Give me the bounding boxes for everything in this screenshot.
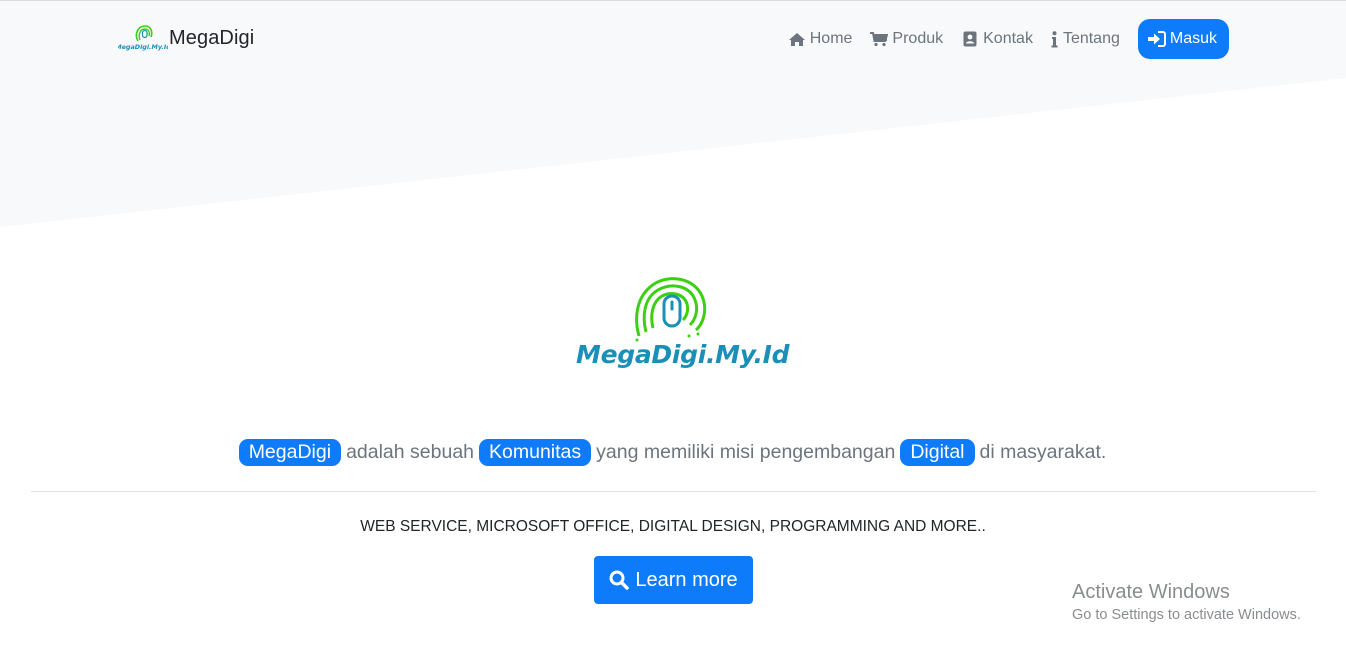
- brand-link[interactable]: MegaDigi.My.Id MegaDigi: [118, 23, 254, 53]
- login-button[interactable]: Masuk: [1137, 19, 1229, 59]
- services-tagline: WEB SERVICE, MICROSOFT OFFICE, DIGITAL D…: [360, 518, 986, 535]
- page: MegaDigi.My.Id MegaDigi Home Produk: [0, 0, 1346, 657]
- learn-more-button[interactable]: Learn more: [594, 556, 753, 604]
- learn-more-label: Learn more: [635, 568, 738, 591]
- address-book-icon: [961, 31, 979, 47]
- hero-logo-icon: [635, 277, 707, 342]
- highlight-digital: Digital: [900, 439, 975, 466]
- nav-link-tentang-label: Tentang: [1062, 30, 1120, 47]
- nav-link-kontak-label: Kontak: [983, 30, 1033, 47]
- login-button-label: Masuk: [1169, 30, 1217, 47]
- hero-lead: MegaDigi adalah sebuah Komunitas yang memil…: [0, 437, 1346, 467]
- brand-text: MegaDigi: [169, 26, 255, 49]
- lead-text-1: adalah sebuah: [346, 441, 475, 463]
- highlight-komunitas: Komunitas: [479, 439, 592, 466]
- navbar: MegaDigi.My.Id MegaDigi Home Produk: [0, 1, 1346, 77]
- watermark-subtitle: Go to Settings to activate Windows.: [1072, 607, 1301, 623]
- sign-in-icon: [1147, 31, 1166, 47]
- nav-link-produk[interactable]: Produk: [870, 30, 943, 48]
- nav-link-kontak[interactable]: Kontak: [961, 30, 1033, 48]
- lead-text-2: yang memiliki misi pengembangan: [596, 441, 896, 463]
- divider: [31, 491, 1316, 492]
- nav-menu: Home Produk Kontak Tentang Masuk: [788, 19, 1229, 59]
- highlight-megadigi: MegaDigi: [238, 439, 342, 466]
- brand-logo-icon: MegaDigi.My.Id: [118, 25, 168, 51]
- lead-text-3: di masyarakat.: [979, 441, 1107, 463]
- watermark-title: Activate Windows: [1072, 581, 1230, 603]
- hero-logo: MegaDigi.My.Id: [576, 274, 790, 378]
- home-icon: [788, 31, 806, 47]
- search-icon: [609, 570, 630, 590]
- brand-logo-caption: MegaDigi.My.Id: [118, 43, 168, 51]
- shopping-cart-icon: [870, 31, 889, 47]
- hero-logo-text: MegaDigi.My.Id: [576, 340, 790, 369]
- activate-windows-watermark: Activate Windows Go to Settings to activ…: [1072, 580, 1301, 626]
- nav-link-home-label: Home: [809, 30, 853, 47]
- nav-link-tentang[interactable]: Tentang: [1051, 30, 1120, 48]
- info-icon: [1051, 30, 1059, 47]
- nav-link-home[interactable]: Home: [788, 30, 853, 48]
- nav-link-produk-label: Produk: [892, 30, 944, 47]
